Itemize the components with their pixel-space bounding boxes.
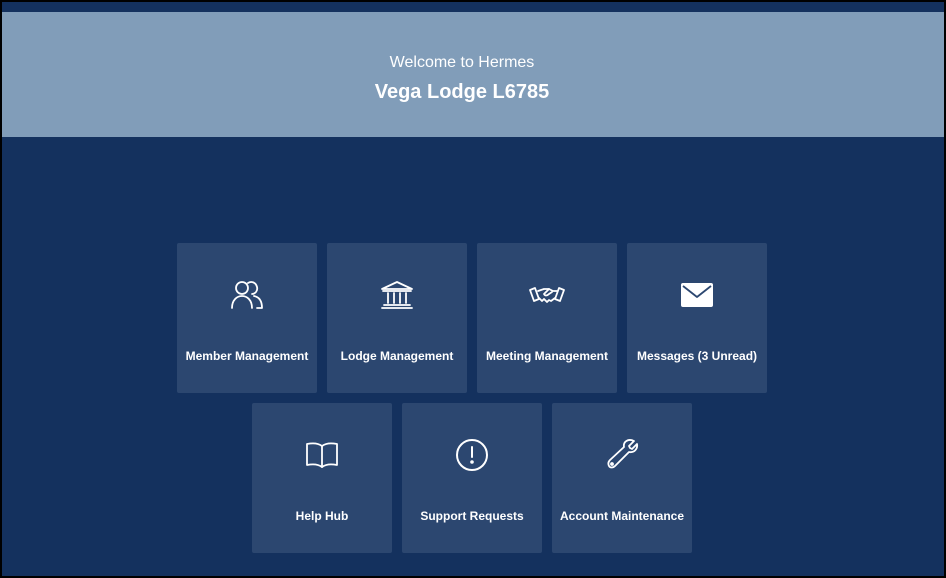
members-icon [177, 277, 317, 313]
tile-lodge-management[interactable]: Lodge Management [327, 243, 467, 393]
tile-label: Meeting Management [485, 349, 608, 363]
welcome-banner: Welcome to Hermes Vega Lodge L6785 [2, 12, 944, 137]
tile-label: Lodge Management [340, 349, 454, 363]
tile-help-hub[interactable]: Help Hub [252, 403, 392, 553]
tile-meeting-management[interactable]: Meeting Management [477, 243, 617, 393]
book-icon [252, 437, 392, 473]
tile-label: Support Requests [420, 509, 524, 523]
tile-member-management[interactable]: Member Management [177, 243, 317, 393]
lodge-building-icon [327, 277, 467, 313]
tile-label: Messages (3 Unread) [636, 349, 758, 363]
app-window: Welcome to Hermes Vega Lodge L6785 Membe… [2, 2, 944, 576]
top-strip [2, 2, 944, 12]
tile-label: Help Hub [295, 509, 349, 523]
envelope-icon [627, 277, 767, 313]
welcome-text: Welcome to Hermes [389, 54, 535, 71]
tile-label: Member Management [185, 349, 309, 363]
tile-support-requests[interactable]: Support Requests [402, 403, 542, 553]
wrench-icon [552, 437, 692, 473]
lodge-title: Vega Lodge L6785 [374, 81, 550, 103]
tile-label: Account Maintenance [559, 509, 685, 523]
tile-messages[interactable]: Messages (3 Unread) [627, 243, 767, 393]
handshake-icon [477, 277, 617, 313]
tile-account-maintenance[interactable]: Account Maintenance [552, 403, 692, 553]
exclamation-circle-icon [402, 437, 542, 473]
